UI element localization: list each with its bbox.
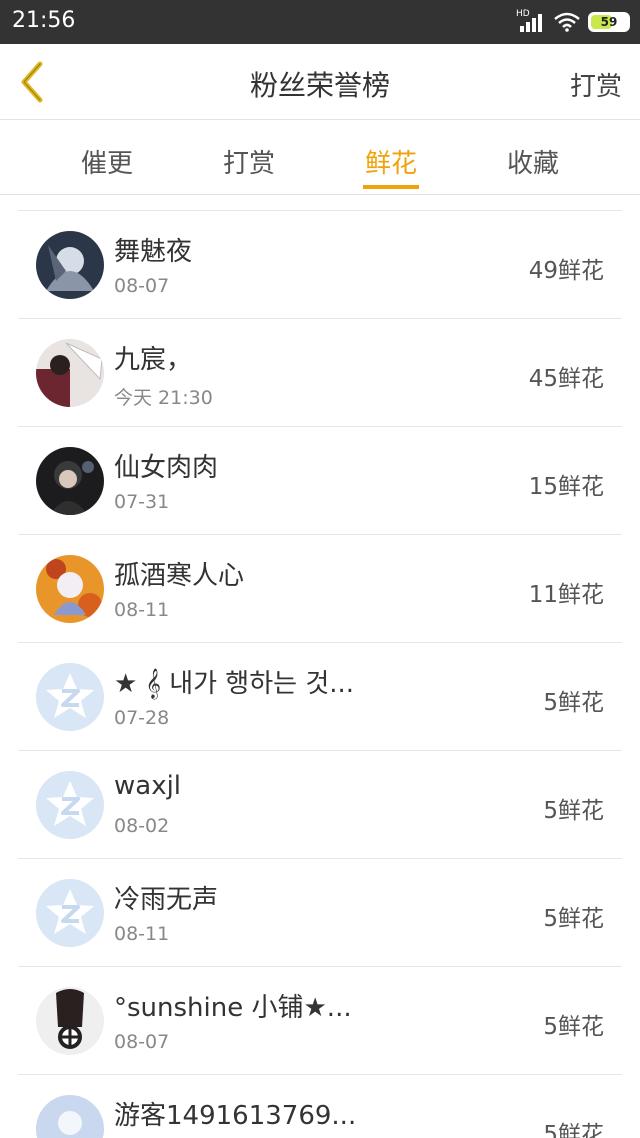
list-item[interactable]: 仙女肉肉 07-31 15鲜花 [18, 427, 622, 535]
status-bar: 21:56 HD 59 [0, 0, 640, 44]
fan-name: 游客1491613769... [114, 1101, 357, 1131]
nav-bar: 粉丝荣誉榜 打赏 [0, 44, 640, 120]
flower-count: 5鲜花 [543, 798, 604, 824]
avatar[interactable] [36, 447, 104, 515]
active-tab-indicator [363, 185, 419, 189]
reward-button[interactable]: 打赏 [570, 66, 622, 103]
default-avatar-icon[interactable] [36, 771, 104, 839]
status-icons: HD 59 [516, 9, 630, 34]
flower-count: 45鲜花 [528, 366, 604, 392]
status-time: 21:56 [12, 8, 76, 33]
list-item[interactable]: 孤酒寒人心 08-11 11鲜花 [18, 535, 622, 643]
list-item[interactable]: 九宸， 今天 21:30 45鲜花 [18, 319, 622, 427]
flower-count: 5鲜花 [543, 906, 604, 932]
fan-date: 今天 21:30 [114, 387, 213, 409]
fan-date: 08-11 [114, 599, 170, 621]
list-item[interactable]: waxjl 08-02 5鲜花 [18, 751, 622, 859]
list-item[interactable]: 游客1491613769... 5鲜花 [18, 1075, 622, 1138]
list-item[interactable]: °sunshine 小铺★... 08-07 5鲜花 [18, 967, 622, 1075]
flower-count: 49鲜花 [528, 258, 604, 284]
avatar[interactable] [36, 987, 104, 1055]
fan-name: 九宸， [114, 345, 193, 375]
tab-bar: 催更 打赏 鲜花 收藏 [0, 121, 640, 195]
battery-icon: 59 [588, 12, 630, 32]
fan-name: 冷雨无声 [114, 885, 219, 915]
fan-name: waxjl [114, 771, 182, 801]
flower-count: 11鲜花 [528, 582, 604, 608]
fan-date: 08-07 [114, 1031, 170, 1053]
tab-reward[interactable]: 打赏 [209, 143, 289, 180]
flower-count: 5鲜花 [543, 1122, 604, 1138]
fan-name: ★ 𝄞 내가 행하는 것... [114, 669, 355, 699]
list-item[interactable]: 舞魅夜 08-07 49鲜花 [18, 211, 622, 319]
hd-signal-icon: HD [516, 9, 546, 33]
avatar[interactable] [36, 231, 104, 299]
flower-count: 15鲜花 [528, 474, 604, 500]
fan-date: 08-11 [114, 923, 170, 945]
fan-date: 07-31 [114, 491, 170, 513]
page-title: 粉丝荣誉榜 [249, 69, 390, 102]
flower-count: 5鲜花 [543, 1014, 604, 1040]
fan-name: °sunshine 小铺★... [114, 993, 352, 1023]
fan-date: 08-02 [114, 815, 170, 837]
tab-urge[interactable]: 催更 [67, 143, 147, 180]
battery-level: 59 [600, 15, 618, 29]
guest-avatar-icon[interactable] [36, 1095, 104, 1138]
fan-date: 07-28 [114, 707, 170, 729]
tab-favorites[interactable]: 收藏 [493, 143, 573, 180]
fan-list: 舞魅夜 08-07 49鲜花九宸， 今天 21:30 45鲜花仙女肉肉 07-31 15鲜花… [18, 210, 622, 1138]
default-avatar-icon[interactable] [36, 879, 104, 947]
list-item[interactable]: ★ 𝄞 내가 행하는 것... 07-28 5鲜花 [18, 643, 622, 751]
tab-flowers[interactable]: 鲜花 [351, 143, 431, 180]
fan-name: 仙女肉肉 [114, 453, 219, 483]
fan-date: 08-07 [114, 275, 170, 297]
avatar[interactable] [36, 339, 104, 407]
flower-count: 5鲜花 [543, 690, 604, 716]
default-avatar-icon[interactable] [36, 663, 104, 731]
fan-name: 舞魅夜 [114, 237, 193, 267]
wifi-icon [554, 12, 580, 32]
avatar[interactable] [36, 555, 104, 623]
fan-name: 孤酒寒人心 [114, 561, 245, 591]
list-item[interactable]: 冷雨无声 08-11 5鲜花 [18, 859, 622, 967]
